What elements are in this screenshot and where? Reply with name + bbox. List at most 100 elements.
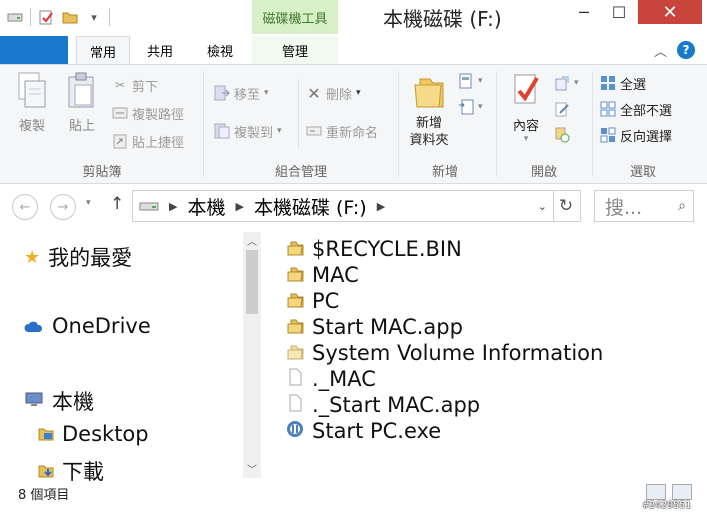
tab-home[interactable]: 常用 [76,36,130,65]
nav-item-this-pc[interactable]: 本機 [24,386,94,416]
nav-item-desktop[interactable]: Desktop [38,422,149,446]
properties-label: 內容 [512,119,539,134]
search-box[interactable]: 搜... ⌕ [594,190,694,222]
forward-button[interactable]: → [50,194,76,220]
breadcrumb-separator-icon[interactable]: ▶ [377,200,385,213]
details-view-icon[interactable] [646,484,666,500]
tab-view[interactable]: 檢視 [192,36,248,64]
breadcrumb-separator-icon[interactable]: ▶ [235,200,243,213]
list-item[interactable]: System Volume Information [286,340,603,366]
refresh-icon: ↻ [558,196,574,216]
address-dropdown-icon[interactable]: ⌄ [538,200,547,213]
refresh-button[interactable]: ↻ [552,190,581,222]
toolbar-divider [109,8,110,26]
delete-icon: ✕ [307,83,321,103]
nav-pane-scrollbar[interactable]: ︿ ﹀ [243,232,261,478]
item-count: 8 個項目 [18,488,70,503]
tab-file[interactable] [0,36,68,64]
delete-label: 刪除 [326,87,353,103]
star-icon: ★ [24,246,41,268]
select-none-button[interactable]: 全部不選 [600,99,672,119]
breadcrumb-drive-f[interactable]: 本機磁碟 (F:) [254,193,367,220]
list-item[interactable]: Start PC.exe [286,418,441,444]
folder-icon [286,263,304,287]
nav-item-onedrive[interactable]: OneDrive [24,314,151,338]
exe-icon [286,419,304,443]
history-icon [554,127,570,143]
cut-label: 剪下 [132,79,159,95]
properties-button[interactable]: 內容 ▾ [504,71,548,144]
paste-label: 貼上 [68,119,95,134]
cut-button[interactable]: ✂ 剪下 [112,75,158,95]
invert-selection-icon [600,127,616,143]
customize-qat-icon[interactable]: ▾ [85,8,103,26]
easy-access-button[interactable]: ▾ [458,97,483,117]
help-icon[interactable]: ? [677,41,696,59]
paste-shortcut-label: 貼上捷徑 [132,135,185,151]
back-button[interactable]: ← [12,194,38,220]
file-icon [286,367,304,391]
scroll-down-arrow-icon[interactable]: ﹀ [243,460,261,476]
new-folder-icon[interactable] [61,8,79,26]
new-folder-button[interactable]: 新增 資料夾 [405,71,453,149]
list-item[interactable]: ._Start MAC.app [286,392,480,418]
select-all-icon [600,75,616,91]
tab-share[interactable]: 共用 [132,36,188,64]
search-input[interactable]: 搜... [605,193,671,220]
file-name: System Volume Information [312,341,604,365]
up-arrow-icon[interactable]: ↑ [110,194,124,214]
collapse-ribbon-icon[interactable]: ︿ [654,41,667,60]
file-name: Start PC.exe [312,419,442,443]
status-bar [0,482,707,514]
list-item[interactable]: Start MAC.app [286,314,463,340]
ribbon-tab-controls: ︿ ? [654,40,696,60]
open-button[interactable]: ▾ [554,73,579,93]
new-item-button[interactable]: ▾ [458,71,483,91]
group-divider [496,71,497,177]
list-item[interactable]: PC [286,288,339,314]
nav-item-favorites[interactable]: ★ 我的最愛 [24,242,132,272]
list-item[interactable]: ._MAC [286,366,376,392]
edit-button[interactable] [554,99,570,119]
breadcrumb-separator-icon[interactable]: ▶ [169,200,177,213]
recent-locations-icon[interactable]: ▾ [86,198,91,208]
copy-to-button[interactable]: 複製到 ▾ [214,121,282,141]
list-item[interactable]: $RECYCLE.BIN [286,236,462,262]
properties-icon[interactable] [37,8,55,26]
select-all-button[interactable]: 全選 [600,73,646,93]
group-label-clipboard: 剪貼簿 [82,165,122,180]
address-bar[interactable]: ▶ 本機 ▶ 本機磁碟 (F:) ▶ ⌄ [132,190,554,222]
paste-shortcut-button[interactable]: 貼上捷徑 [112,131,184,151]
tab-manage[interactable]: 管理 [252,36,338,64]
scroll-up-arrow-icon[interactable]: ︿ [243,232,261,248]
dropdown-arrow-icon: ▾ [523,134,529,144]
group-label-select: 選取 [629,165,656,180]
move-to-button[interactable]: 移至 ▾ [214,83,269,103]
scrollbar-thumb[interactable] [246,250,258,314]
rename-button[interactable]: 重新命名 [306,121,378,141]
search-icon[interactable]: ⌕ [671,198,693,214]
folder-icon [411,71,447,111]
paste-button[interactable]: 貼上 [60,71,104,134]
copy-path-button[interactable]: 複製路徑 [112,103,184,123]
file-icon [286,393,304,417]
scissors-icon: ✂ [114,78,126,92]
nav-item-label: Desktop [62,422,149,446]
cloud-icon [24,314,44,338]
breadcrumb-this-pc[interactable]: 本機 [187,193,225,220]
maximize-button[interactable]: ☐ [605,0,633,24]
folder-icon [286,237,304,261]
rename-icon [306,123,322,139]
close-button[interactable]: ✕ [638,0,702,24]
file-name: ._Start MAC.app [312,393,481,417]
history-button[interactable] [554,125,570,145]
invert-selection-button[interactable]: 反向選擇 [600,125,672,145]
dropdown-arrow-icon: ▾ [356,88,361,98]
list-item[interactable]: MAC [286,262,359,288]
drive-icon[interactable] [6,8,24,26]
file-name: PC [312,289,340,313]
large-icons-view-icon[interactable] [672,484,692,500]
copy-button[interactable]: 複製 [10,71,54,134]
minimize-button[interactable]: ─ [570,0,598,24]
delete-button[interactable]: ✕ 刪除 ▾ [306,83,361,103]
